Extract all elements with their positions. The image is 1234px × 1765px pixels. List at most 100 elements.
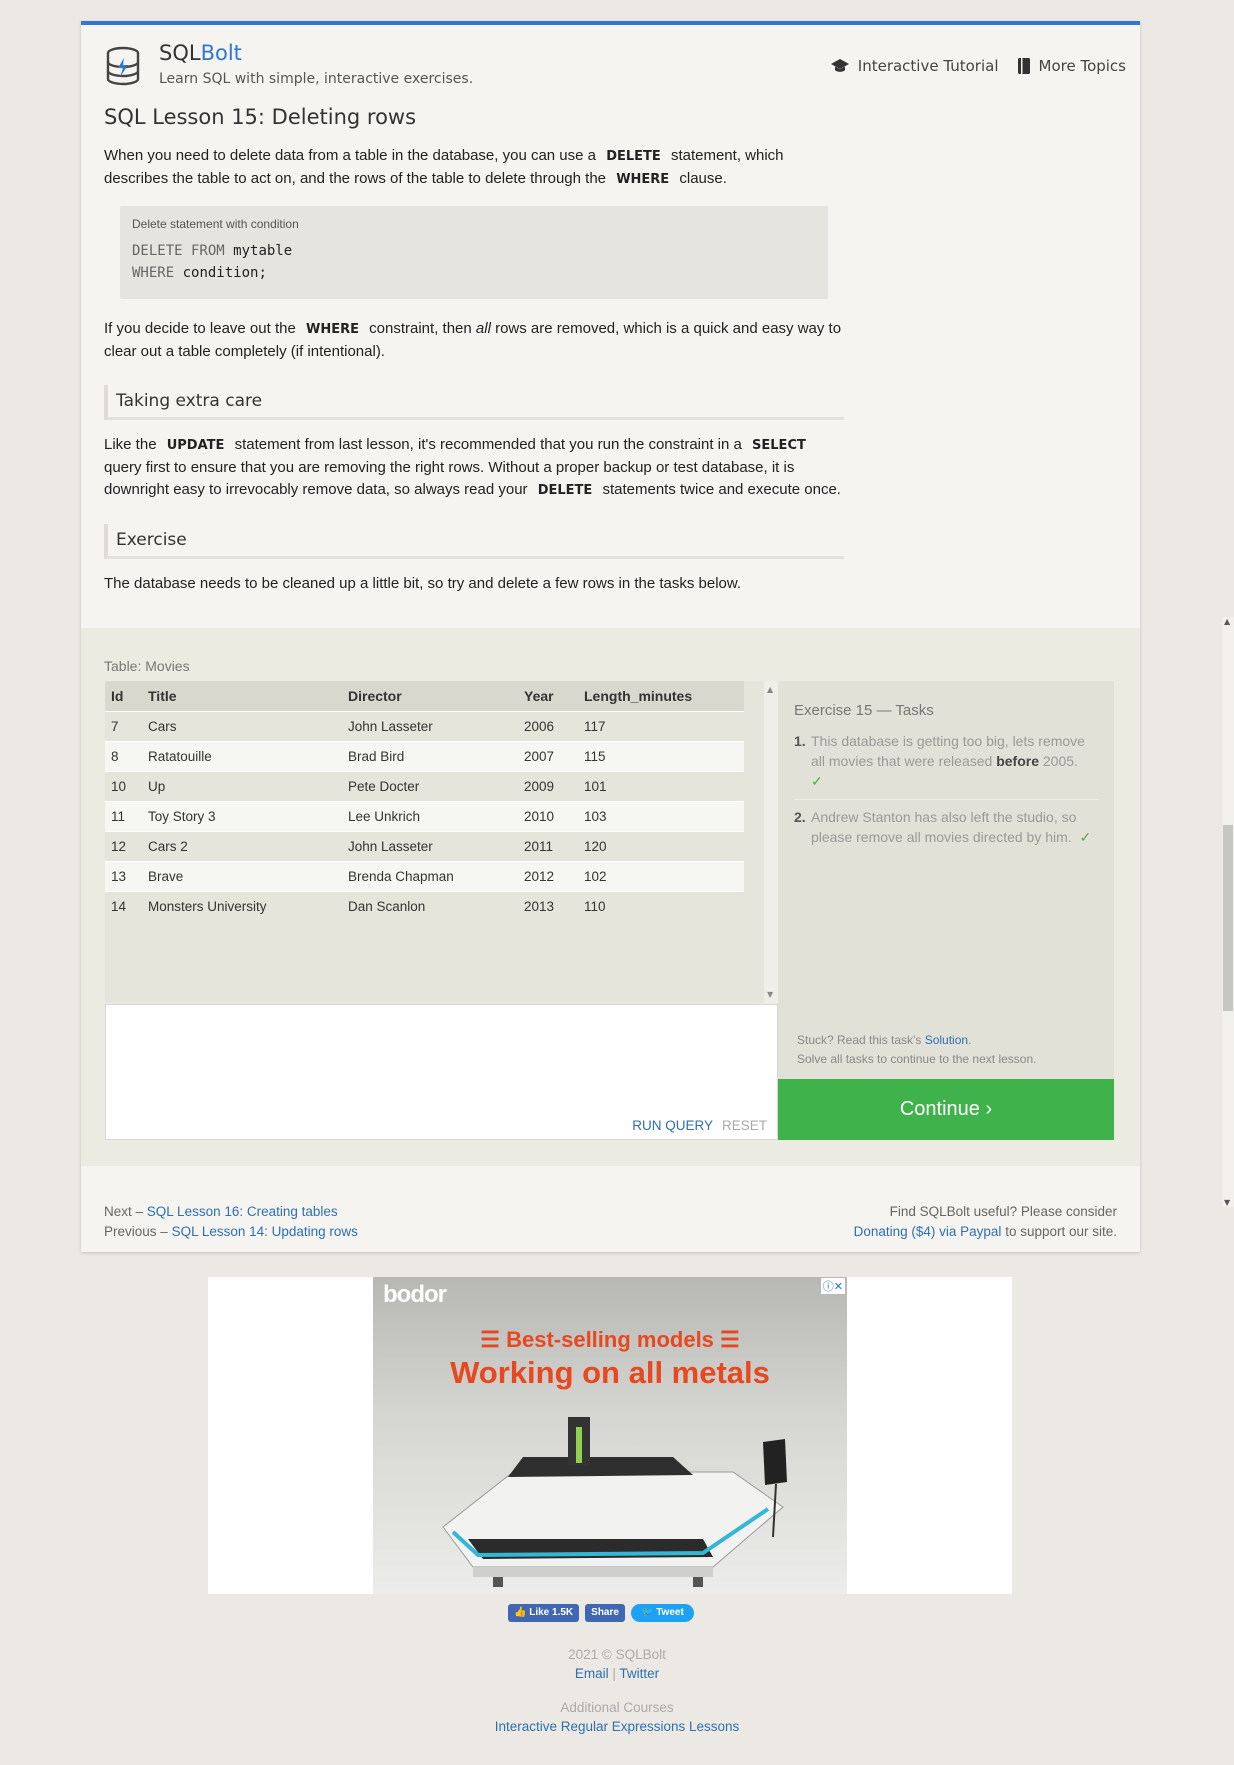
site-footer: 2021 © SQLBolt Email | Twitter Additiona… xyxy=(0,1645,1234,1736)
donate-link[interactable]: Donating ($4) via Paypal xyxy=(854,1224,1002,1239)
table-header-row: Id Title Director Year Length_minutes xyxy=(105,681,744,712)
table-cell: 7 xyxy=(105,711,142,742)
code-value: mytable xyxy=(233,243,293,259)
table-cell: Pete Docter xyxy=(342,771,518,802)
keyword-update: UPDATE xyxy=(166,438,225,453)
scroll-down-arrow-icon[interactable]: ▼ xyxy=(1224,1198,1230,1207)
footer-links: Email | Twitter xyxy=(0,1664,1234,1683)
text: Like the xyxy=(104,436,157,453)
graduation-cap-icon xyxy=(830,59,849,72)
table-caption: Table: Movies xyxy=(104,658,190,674)
table-cell: 102 xyxy=(578,861,744,892)
tagline: Learn SQL with simple, interactive exerc… xyxy=(159,71,474,87)
table-cell: 120 xyxy=(578,831,744,862)
table-row: 8 Ratatouille Brad Bird 2007 115 xyxy=(105,741,744,772)
facebook-share-button[interactable]: Share xyxy=(585,1604,625,1622)
copyright: 2021 © SQLBolt xyxy=(568,1647,666,1662)
facebook-like-button[interactable]: 👍 Like 1.5K xyxy=(508,1604,580,1622)
table-cell: 11 xyxy=(105,801,142,832)
brand-name[interactable]: SQLBolt xyxy=(159,41,242,65)
scroll-up-arrow-icon[interactable]: ▲ xyxy=(767,685,773,694)
nav-label: More Topics xyxy=(1038,57,1127,75)
exercise-intro: The database needs to be cleaned up a li… xyxy=(104,575,742,592)
text: Previous – xyxy=(104,1224,168,1239)
previous-lesson-link[interactable]: SQL Lesson 14: Updating rows xyxy=(172,1224,358,1239)
ad-container: bodor ⓘ✕ ☰ Best-selling models ☰ Working… xyxy=(208,1277,1012,1594)
solution-link[interactable]: Solution xyxy=(925,1033,968,1047)
separator: | xyxy=(612,1666,616,1681)
table-cell: 2013 xyxy=(518,891,578,921)
tweet-button[interactable]: 🐦 Tweet xyxy=(630,1604,694,1622)
table-cell: 2009 xyxy=(518,771,578,802)
code-keyword: WHERE xyxy=(132,265,175,281)
table-scrollbar[interactable]: ▲ ▼ xyxy=(764,681,778,1003)
table-cell: 101 xyxy=(578,771,744,802)
check-icon: ✓ xyxy=(1079,829,1092,845)
nav-more-topics[interactable]: More Topics xyxy=(1017,57,1127,75)
table-cell: Toy Story 3 xyxy=(142,801,342,832)
scroll-down-arrow-icon[interactable]: ▼ xyxy=(767,990,773,999)
additional-courses-label: Additional Courses xyxy=(560,1700,674,1715)
page-scrollbar[interactable]: ▲ ▼ xyxy=(1222,617,1234,1207)
table-row: 7 Cars John Lasseter 2006 117 xyxy=(105,711,744,742)
table-cell: 103 xyxy=(578,801,744,832)
keyword-delete: DELETE xyxy=(537,483,593,498)
table-row: 10 Up Pete Docter 2009 101 xyxy=(105,771,744,802)
ad-banner[interactable]: bodor ⓘ✕ ☰ Best-selling models ☰ Working… xyxy=(373,1277,847,1594)
table-cell: 12 xyxy=(105,831,142,862)
task-list: 1. This database is getting too big, lets… xyxy=(794,731,1099,855)
stuck-hint: Stuck? Read this task's Solution. Solve … xyxy=(797,1031,1036,1069)
code-example: Delete statement with condition DELETE F… xyxy=(120,206,828,299)
table-cell: 110 xyxy=(578,891,744,921)
column-header: Length_minutes xyxy=(578,681,744,712)
column-header: Id xyxy=(105,681,142,712)
lesson-content: SQL Lesson 15: Deleting rows When you ne… xyxy=(104,105,844,595)
table-cell: Dan Scanlon xyxy=(342,891,518,921)
code-block: DELETE FROM mytable WHERE condition; xyxy=(132,240,816,284)
table-cell: 8 xyxy=(105,741,142,772)
regex-course-link[interactable]: Interactive Regular Expressions Lessons xyxy=(495,1719,740,1734)
table-cell: Cars 2 xyxy=(142,831,342,862)
task-text: Andrew Stanton has also left the studio,… xyxy=(811,807,1097,847)
code-value: condition; xyxy=(182,265,267,281)
label: Tweet xyxy=(656,1607,684,1618)
table-cell: 13 xyxy=(105,861,142,892)
nav-interactive-tutorial[interactable]: Interactive Tutorial xyxy=(830,57,999,75)
tasks-panel: Exercise 15 — Tasks 1. This database is g… xyxy=(778,681,1114,1079)
results-table-panel[interactable]: Id Title Director Year Length_minutes 7 … xyxy=(105,681,778,1003)
label: Like 1.5K xyxy=(529,1607,574,1618)
nav-label: Interactive Tutorial xyxy=(857,57,999,75)
table-cell: 2006 xyxy=(518,711,578,742)
scrollbar-thumb[interactable] xyxy=(1223,825,1233,1011)
task-item: 2. Andrew Stanton has also left the studi… xyxy=(794,799,1099,855)
next-lesson-link[interactable]: SQL Lesson 16: Creating tables xyxy=(147,1204,338,1219)
text: . xyxy=(968,1033,972,1047)
query-editor[interactable]: RUN QUERY RESET xyxy=(105,1004,778,1140)
tasks-title: Exercise 15 — Tasks xyxy=(794,702,934,719)
continue-button[interactable]: Continue › xyxy=(778,1079,1114,1140)
check-icon: ✓ xyxy=(811,773,823,789)
column-header: Year xyxy=(518,681,578,712)
lesson-card: SQLBolt Learn SQL with simple, interacti… xyxy=(81,21,1140,1252)
text: When you need to delete data from a tabl… xyxy=(104,147,597,164)
table-row: 13 Brave Brenda Chapman 2012 102 xyxy=(105,861,744,892)
column-header: Director xyxy=(342,681,518,712)
run-query-button[interactable]: RUN QUERY xyxy=(632,1118,713,1133)
twitter-link[interactable]: Twitter xyxy=(619,1666,659,1681)
text: 2005. xyxy=(1042,753,1078,769)
text: Find SQLBolt useful? Please consider xyxy=(889,1204,1117,1219)
task-number: 2. xyxy=(794,809,806,825)
reset-button[interactable]: RESET xyxy=(722,1118,767,1133)
text: Solve all tasks to continue to the next … xyxy=(797,1052,1037,1066)
table-cell: 10 xyxy=(105,771,142,802)
support-note: Find SQLBolt useful? Please consider Don… xyxy=(854,1202,1117,1242)
database-logo-icon[interactable] xyxy=(105,46,141,86)
emphasis: all xyxy=(475,320,491,337)
scroll-up-arrow-icon[interactable]: ▲ xyxy=(1224,617,1230,626)
table-row: 11 Toy Story 3 Lee Unkrich 2010 103 xyxy=(105,801,744,832)
task-item: 1. This database is getting too big, lets… xyxy=(794,731,1099,799)
code-caption: Delete statement with condition xyxy=(132,217,299,231)
table-cell: 2007 xyxy=(518,741,578,772)
brand-sql: SQL xyxy=(159,41,201,65)
email-link[interactable]: Email xyxy=(575,1666,609,1681)
